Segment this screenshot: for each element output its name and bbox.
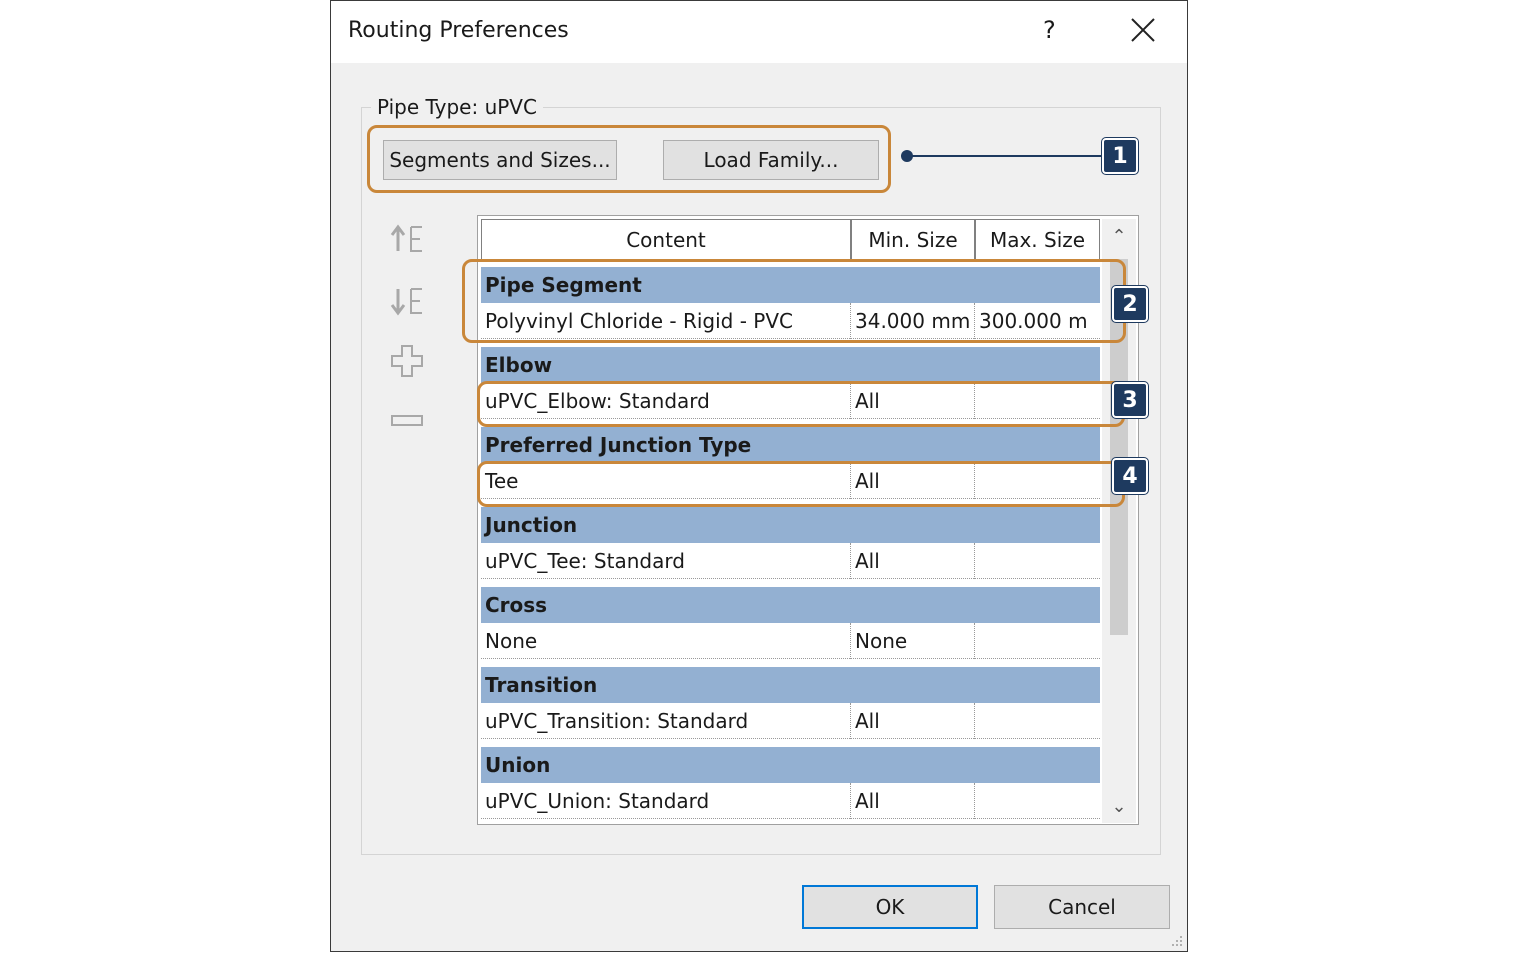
group-row-union: Union <box>481 747 1100 783</box>
callout-badge-1: 1 <box>1101 137 1139 175</box>
min-size-cell[interactable]: All <box>851 703 975 739</box>
ok-button[interactable]: OK <box>802 885 978 929</box>
max-size-cell[interactable] <box>975 623 1100 659</box>
min-size-cell[interactable]: All <box>851 783 975 819</box>
content-cell[interactable]: uPVC_Transition: Standard <box>481 703 851 739</box>
group-row-preferred-junction-type: Preferred Junction Type <box>481 427 1100 463</box>
callout-badge-2: 2 <box>1111 285 1149 323</box>
resize-grip-icon[interactable] <box>1170 934 1184 948</box>
column-header-content[interactable]: Content <box>481 219 851 261</box>
highlight-box-2 <box>462 259 1126 343</box>
min-size-cell[interactable]: All <box>851 543 975 579</box>
content-cell[interactable]: None <box>481 623 851 659</box>
routing-preferences-dialog: Routing Preferences ? Pipe Type: uPVC Se… <box>330 0 1188 952</box>
group-row-junction: Junction <box>481 507 1100 543</box>
table-row[interactable]: None None <box>481 623 1100 659</box>
close-icon[interactable] <box>1128 15 1158 45</box>
title-bar: Routing Preferences ? <box>331 1 1187 63</box>
group-row-elbow: Elbow <box>481 347 1100 383</box>
remove-row-icon[interactable] <box>389 403 425 439</box>
cancel-button[interactable]: Cancel <box>994 885 1170 929</box>
group-row-cross: Cross <box>481 587 1100 623</box>
max-size-cell[interactable] <box>975 703 1100 739</box>
scroll-up-icon[interactable]: ⌃ <box>1102 219 1136 253</box>
min-size-cell[interactable]: None <box>851 623 975 659</box>
move-up-icon[interactable] <box>389 221 425 257</box>
highlight-box-3 <box>477 381 1125 427</box>
column-header-max-size[interactable]: Max. Size <box>975 219 1100 261</box>
callout-connector <box>901 150 1101 162</box>
table-header: Content Min. Size Max. Size <box>481 219 1100 261</box>
callout-badge-4: 4 <box>1111 457 1149 495</box>
table-row[interactable]: uPVC_Tee: Standard All <box>481 543 1100 579</box>
help-button[interactable]: ? <box>1043 16 1056 44</box>
pipe-type-label: Pipe Type: uPVC <box>371 95 543 119</box>
content-cell[interactable]: uPVC_Union: Standard <box>481 783 851 819</box>
add-row-icon[interactable] <box>389 343 425 379</box>
content-cell[interactable]: uPVC_Tee: Standard <box>481 543 851 579</box>
scroll-down-icon[interactable]: ⌄ <box>1102 789 1136 823</box>
dialog-title: Routing Preferences <box>348 18 569 43</box>
move-down-icon[interactable] <box>389 283 425 319</box>
table-row[interactable]: uPVC_Union: Standard All <box>481 783 1100 819</box>
table-row[interactable]: uPVC_Transition: Standard All <box>481 703 1100 739</box>
highlight-box-1 <box>367 125 891 193</box>
highlight-box-4 <box>477 461 1125 507</box>
callout-badge-3: 3 <box>1111 381 1149 419</box>
max-size-cell[interactable] <box>975 543 1100 579</box>
group-row-transition: Transition <box>481 667 1100 703</box>
column-header-min-size[interactable]: Min. Size <box>851 219 975 261</box>
max-size-cell[interactable] <box>975 783 1100 819</box>
